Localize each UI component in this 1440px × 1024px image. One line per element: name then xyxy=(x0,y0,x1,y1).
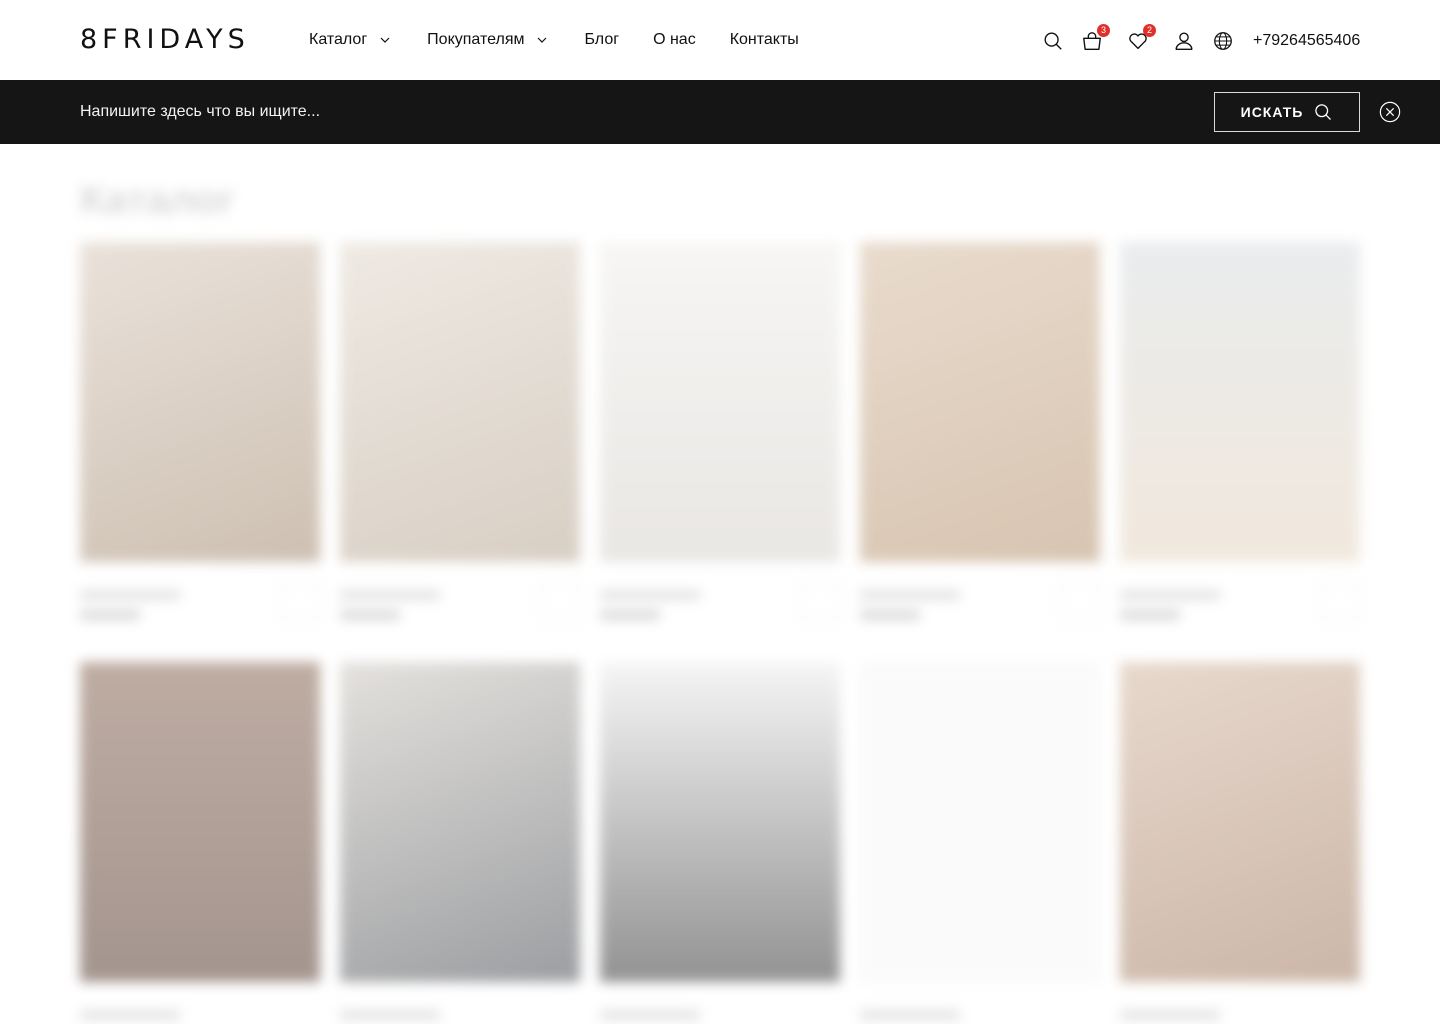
chevron-down-icon xyxy=(380,37,390,43)
site-header: 8FRIDAYS Каталог Покупателям Блог О нас … xyxy=(0,0,1440,80)
nav-label: Блог xyxy=(584,31,620,48)
cart-count-badge: 3 xyxy=(1097,24,1110,37)
nav-item-customers[interactable]: Покупателям xyxy=(427,30,548,50)
product-card xyxy=(340,242,580,622)
product-card xyxy=(600,662,840,1020)
product-card xyxy=(80,662,320,1020)
globe-icon xyxy=(1214,32,1232,50)
search-toggle-button[interactable] xyxy=(1041,29,1065,53)
search-bar: ИСКАТЬ xyxy=(0,80,1440,144)
nav-item-about[interactable]: О нас xyxy=(653,30,696,50)
product-card xyxy=(860,242,1100,622)
cart-button[interactable]: 3 xyxy=(1080,24,1110,53)
nav-label: Каталог xyxy=(309,31,368,48)
nav-item-blog[interactable]: Блог xyxy=(584,30,619,50)
search-button-label: ИСКАТЬ xyxy=(1240,104,1304,120)
product-card xyxy=(1120,662,1360,1020)
search-input[interactable] xyxy=(80,100,1180,124)
nav-label: О нас xyxy=(653,31,696,48)
catalog-background-blurred: Каталог xyxy=(0,144,1440,1024)
product-card xyxy=(80,242,320,622)
product-card xyxy=(600,242,840,622)
user-icon xyxy=(1175,32,1193,50)
nav-item-contacts[interactable]: Контакты xyxy=(730,30,799,50)
logo[interactable]: 8FRIDAYS xyxy=(80,26,250,54)
catalog-filters-blurred xyxy=(780,196,985,211)
phone-link[interactable]: +79264565406 xyxy=(1253,31,1360,51)
nav-label: Контакты xyxy=(729,31,799,48)
search-icon xyxy=(1315,104,1332,120)
chevron-down-icon xyxy=(538,37,547,43)
search-submit-button[interactable]: ИСКАТЬ xyxy=(1214,92,1360,132)
wishlist-count-badge: 2 xyxy=(1143,24,1156,37)
nav-item-catalog[interactable]: Каталог xyxy=(309,30,391,50)
nav-label: Покупателям xyxy=(427,31,525,48)
search-icon xyxy=(1044,32,1062,50)
product-card xyxy=(860,662,1100,1020)
close-icon[interactable] xyxy=(1379,101,1401,123)
product-card xyxy=(340,662,580,1020)
catalog-count-blurred xyxy=(250,196,254,212)
account-button[interactable] xyxy=(1172,29,1196,53)
language-button[interactable] xyxy=(1211,29,1235,53)
product-card xyxy=(1120,242,1360,622)
catalog-title: Каталог xyxy=(80,178,235,222)
wishlist-button[interactable]: 2 xyxy=(1126,24,1156,53)
main-nav: Каталог Покупателям Блог О нас Контакты xyxy=(309,30,799,50)
